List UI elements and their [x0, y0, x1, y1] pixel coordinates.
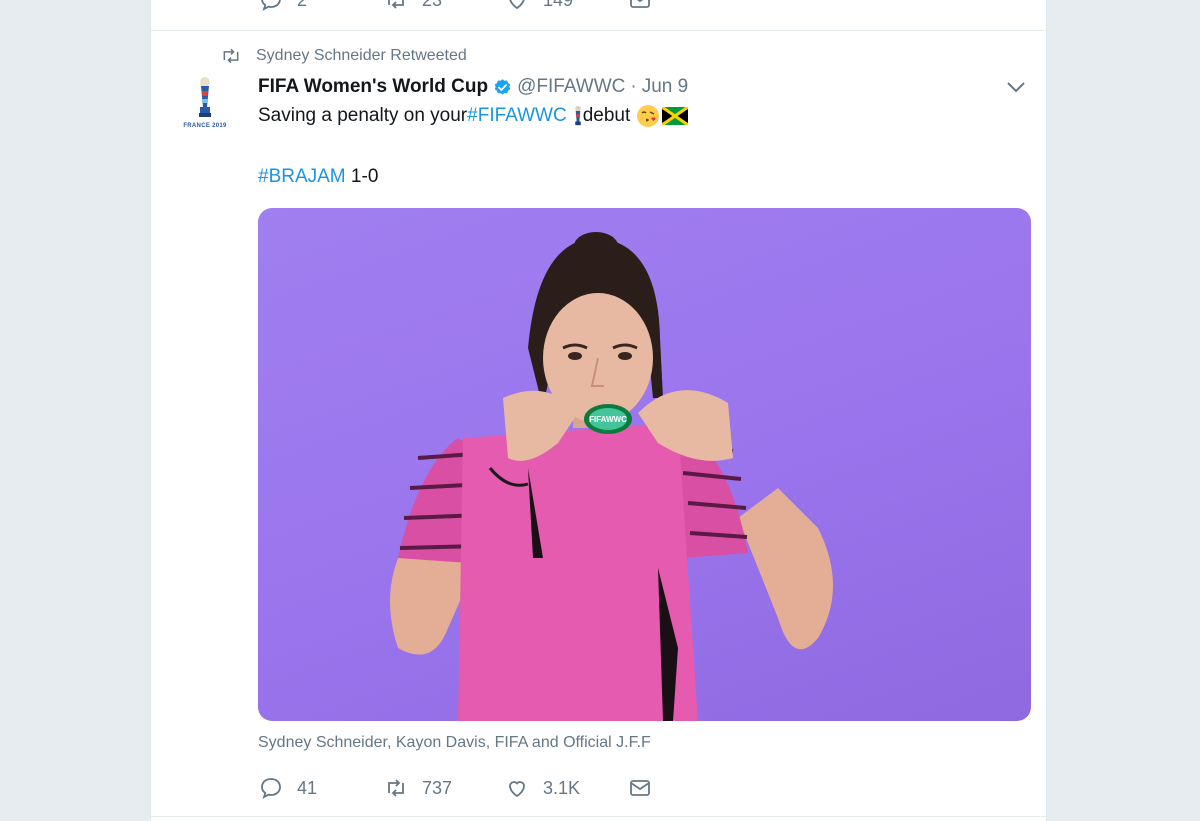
jamaica-flag-emoji — [662, 107, 689, 125]
previous-retweet-count: 23 — [422, 0, 442, 11]
trophy-emoji — [574, 105, 581, 126]
message-icon — [630, 780, 650, 796]
reply-icon — [261, 778, 281, 799]
divider — [151, 30, 1046, 31]
avatar[interactable]: FRANCE 2019 — [181, 77, 229, 145]
message-button[interactable] — [628, 776, 652, 800]
message-icon — [630, 0, 650, 8]
tweet-text-part2: debut — [582, 105, 631, 126]
previous-like-count: 149 — [543, 0, 573, 11]
previous-reply-count: 2 — [297, 0, 307, 11]
tweet-text: Saving a penalty on your #FIFAWWC debut — [258, 104, 978, 189]
retweet-icon — [223, 48, 239, 64]
divider — [151, 816, 1046, 817]
score: 1-0 — [345, 166, 379, 187]
retweet-button[interactable]: 737 — [384, 776, 452, 800]
verified-icon — [494, 78, 511, 95]
chevron-down-icon[interactable] — [1005, 78, 1027, 96]
tweet-text-line-2: #BRAJAM 1-0 — [258, 165, 978, 189]
author-name[interactable]: FIFA Women's World Cup — [258, 76, 488, 98]
reply-button[interactable]: 41 — [259, 776, 317, 800]
retweeted-by-label: Sydney Schneider Retweeted — [256, 47, 467, 64]
avatar-caption: FRANCE 2019 — [183, 123, 227, 129]
retweet-icon — [388, 0, 404, 9]
tweet-photo[interactable]: FIFAWWC — [258, 208, 1031, 721]
separator: · — [630, 76, 637, 97]
tweet-text-part1: Saving a penalty on your — [258, 105, 468, 126]
tagged-people[interactable]: Sydney Schneider, Kayon Davis, FIFA and … — [258, 734, 651, 752]
heart-icon — [509, 781, 525, 798]
like-button[interactable]: 3.1K — [505, 776, 580, 800]
heart-icon — [509, 0, 525, 10]
previous-message-button[interactable] — [628, 0, 652, 12]
reply-icon — [261, 0, 281, 11]
reply-count: 41 — [297, 777, 318, 798]
like-count: 3.1K — [543, 777, 581, 798]
tweet-date[interactable]: Jun 9 — [642, 76, 688, 98]
hashtag-brajam[interactable]: #BRAJAM — [258, 165, 346, 189]
timeline: 2 23 149 Sydney Schneider Retweeted FRAN… — [150, 0, 1047, 821]
media-badge-text: FIFAWWC — [589, 415, 627, 424]
previous-like-button[interactable]: 149 — [505, 0, 573, 12]
author-handle[interactable]: @FIFAWWC — [517, 76, 625, 98]
retweet-count: 737 — [422, 777, 453, 798]
hashtag-fifawwc[interactable]: #FIFAWWC — [467, 104, 567, 128]
previous-reply-button[interactable]: 2 — [259, 0, 307, 12]
tweet-text-line-1: Saving a penalty on your #FIFAWWC debut — [258, 104, 978, 128]
tweet-header: FIFA Women's World Cup @FIFAWWC · Jun 9 — [258, 73, 688, 101]
kiss-emoji — [637, 105, 660, 127]
retweet-icon — [388, 779, 404, 797]
previous-retweet-button[interactable]: 23 — [384, 0, 442, 12]
retweet-context[interactable]: Sydney Schneider Retweeted — [221, 45, 467, 67]
trophy-icon — [199, 77, 211, 117]
photo-illustration: FIFAWWC — [390, 232, 833, 721]
